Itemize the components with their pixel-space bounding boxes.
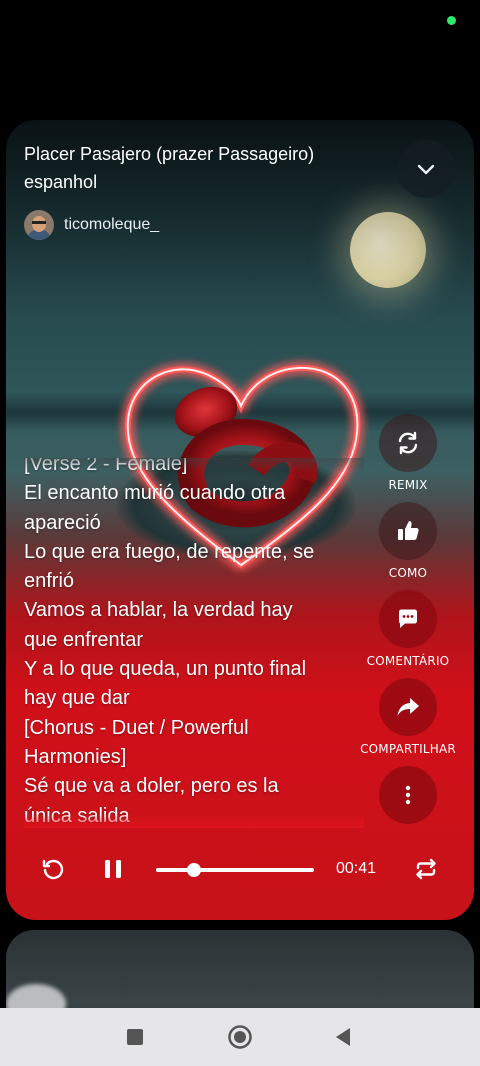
lyric-line: Harmonies]: [24, 745, 127, 768]
lyric-line: Sé que va a doler, pero es la: [24, 775, 279, 798]
like-label: COMO: [388, 566, 428, 580]
lyrics-text: [Verse 2 - Female]El encanto murió cuand…: [24, 458, 364, 828]
privacy-indicator-dot: [447, 16, 456, 25]
like-button[interactable]: COMO: [358, 502, 458, 580]
pause-icon: [105, 860, 121, 878]
lyric-line: hay que dar: [24, 687, 130, 710]
lyric-line: [Chorus - Duet / Powerful: [24, 716, 249, 739]
song-title: Placer Pasajero (prazer Passageiro) espa…: [24, 144, 315, 192]
thumbs-up-icon: [398, 521, 419, 540]
progress-thumb[interactable]: [186, 863, 201, 877]
more-vertical-icon: [405, 785, 411, 805]
replay-button[interactable]: [38, 854, 68, 884]
lyric-line: Y a lo que queda, un punto final: [24, 658, 307, 681]
home-circle-icon: [228, 1025, 252, 1049]
repeat-icon: [416, 858, 436, 880]
remix-button[interactable]: REMIX: [358, 414, 458, 492]
player-controls: 00:41: [6, 840, 474, 900]
lyric-line: Lo que era fuego, de repente, se: [24, 540, 315, 563]
android-nav-bar: [0, 1008, 480, 1066]
song-card: Placer Pasajero (prazer Passageiro) espa…: [6, 120, 474, 920]
progress-slider[interactable]: [156, 863, 314, 877]
share-label: COMPARTILHAR: [360, 742, 456, 756]
lyric-line: El encanto murió cuando otra: [24, 482, 286, 505]
comment-label: COMENTÁRIO: [366, 654, 450, 668]
chevron-down-icon: [417, 164, 435, 175]
home-button[interactable]: [225, 1022, 255, 1052]
share-button[interactable]: COMPARTILHAR: [358, 678, 458, 756]
repeat-button[interactable]: [411, 854, 441, 884]
lyric-line: Vamos a hablar, la verdad hay: [24, 599, 293, 622]
remix-label: REMIX: [388, 478, 428, 492]
share-icon: [397, 698, 419, 716]
comment-button[interactable]: COMENTÁRIO: [358, 590, 458, 668]
elapsed-time: 00:41: [336, 860, 377, 877]
lyric-line: enfrió: [24, 570, 75, 593]
pause-button[interactable]: [98, 854, 128, 884]
collapse-button[interactable]: [397, 140, 455, 198]
back-triangle-icon: [336, 1028, 350, 1046]
comment-icon: [399, 609, 417, 628]
recents-button[interactable]: [120, 1022, 150, 1052]
lyric-line: apareció: [24, 511, 101, 534]
author-name: ticomoleque_: [64, 216, 160, 233]
more-options-button[interactable]: [358, 766, 458, 824]
recents-square-icon: [127, 1029, 143, 1045]
lyrics-panel[interactable]: [Verse 2 - Female]El encanto murió cuand…: [24, 458, 364, 828]
replay-icon: [42, 859, 64, 880]
lyric-line: que enfrentar: [24, 628, 143, 651]
author-link[interactable]: ticomoleque_: [24, 210, 159, 240]
back-button[interactable]: [328, 1022, 358, 1052]
status-bar: [0, 0, 480, 44]
remix-icon: [398, 431, 418, 455]
avatar: [24, 210, 54, 240]
